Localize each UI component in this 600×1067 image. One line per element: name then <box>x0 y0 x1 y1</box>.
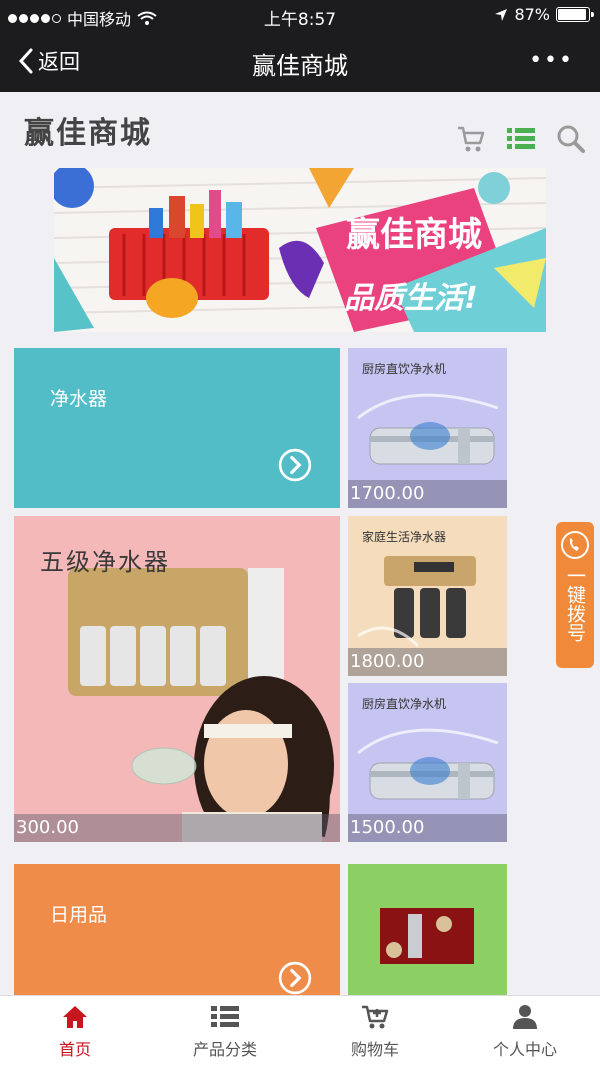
category-tile-daily-goods[interactable]: 日用品 <box>14 864 340 995</box>
cart-icon <box>362 1005 389 1029</box>
category-label: 净水器 <box>50 388 108 410</box>
product-price: 1800.00 <box>348 648 507 676</box>
product-card[interactable] <box>348 864 507 995</box>
home-icon <box>63 1006 87 1028</box>
user-icon <box>513 1005 537 1029</box>
banner-title: 赢佳商城 <box>346 215 482 255</box>
tab-cart[interactable]: 购物车 <box>300 996 450 1067</box>
tab-label: 购物车 <box>350 1040 399 1059</box>
cart-icon[interactable] <box>456 125 486 153</box>
more-button[interactable]: ••• <box>529 48 574 73</box>
category-label: 日用品 <box>50 904 108 926</box>
product-card[interactable]: 家庭生活净水器 1800.00 <box>348 516 507 676</box>
product-card[interactable]: 厨房直饮净水机 1700.00 <box>348 348 507 508</box>
search-icon[interactable] <box>556 124 586 154</box>
tab-label: 产品分类 <box>192 1040 257 1059</box>
product-image <box>380 908 474 964</box>
product-price: 1500.00 <box>348 814 507 842</box>
category-tile-water-purifier[interactable]: 净水器 <box>14 348 340 508</box>
product-price: 1700.00 <box>348 480 507 508</box>
battery-percent: 87% <box>514 5 550 24</box>
status-bar: 中国移动 上午8:57 87% <box>0 0 600 32</box>
nav-bar: 返回 赢佳商城 ••• <box>0 32 600 92</box>
list-view-icon[interactable] <box>506 126 536 152</box>
tab-home[interactable]: 首页 <box>0 996 150 1067</box>
header-icons <box>456 124 586 154</box>
page-title: 赢佳商城 <box>24 116 152 151</box>
bottom-tab-bar: 首页 产品分类 购物车 个人中心 <box>0 995 600 1067</box>
featured-product-card[interactable]: 五级净水器 300.00 <box>14 516 340 842</box>
chevron-right-icon[interactable] <box>278 961 312 995</box>
featured-product-caption: 五级净水器 <box>40 548 170 576</box>
call-button-label: 一键拨号 <box>564 566 586 642</box>
product-price: 300.00 <box>14 814 340 842</box>
banner-artwork: 赢佳商城 品质生活! <box>54 168 546 332</box>
one-click-call-button[interactable]: 一键拨号 <box>556 522 594 668</box>
banner-slogan: 品质生活! <box>344 281 478 316</box>
tab-categories[interactable]: 产品分类 <box>150 996 300 1067</box>
chevron-right-icon[interactable] <box>278 448 312 482</box>
tab-label: 个人中心 <box>492 1040 557 1059</box>
product-card[interactable]: 厨房直饮净水机 1500.00 <box>348 683 507 842</box>
location-icon <box>495 8 508 21</box>
list-icon <box>211 1006 239 1027</box>
phone-icon <box>561 531 589 559</box>
tab-profile[interactable]: 个人中心 <box>450 996 600 1067</box>
tab-label: 首页 <box>58 1040 91 1059</box>
status-right: 87% <box>494 5 594 24</box>
nav-title: 赢佳商城 <box>252 52 348 80</box>
promo-banner[interactable]: 赢佳商城 品质生活! <box>54 168 546 332</box>
battery-icon <box>556 7 594 22</box>
